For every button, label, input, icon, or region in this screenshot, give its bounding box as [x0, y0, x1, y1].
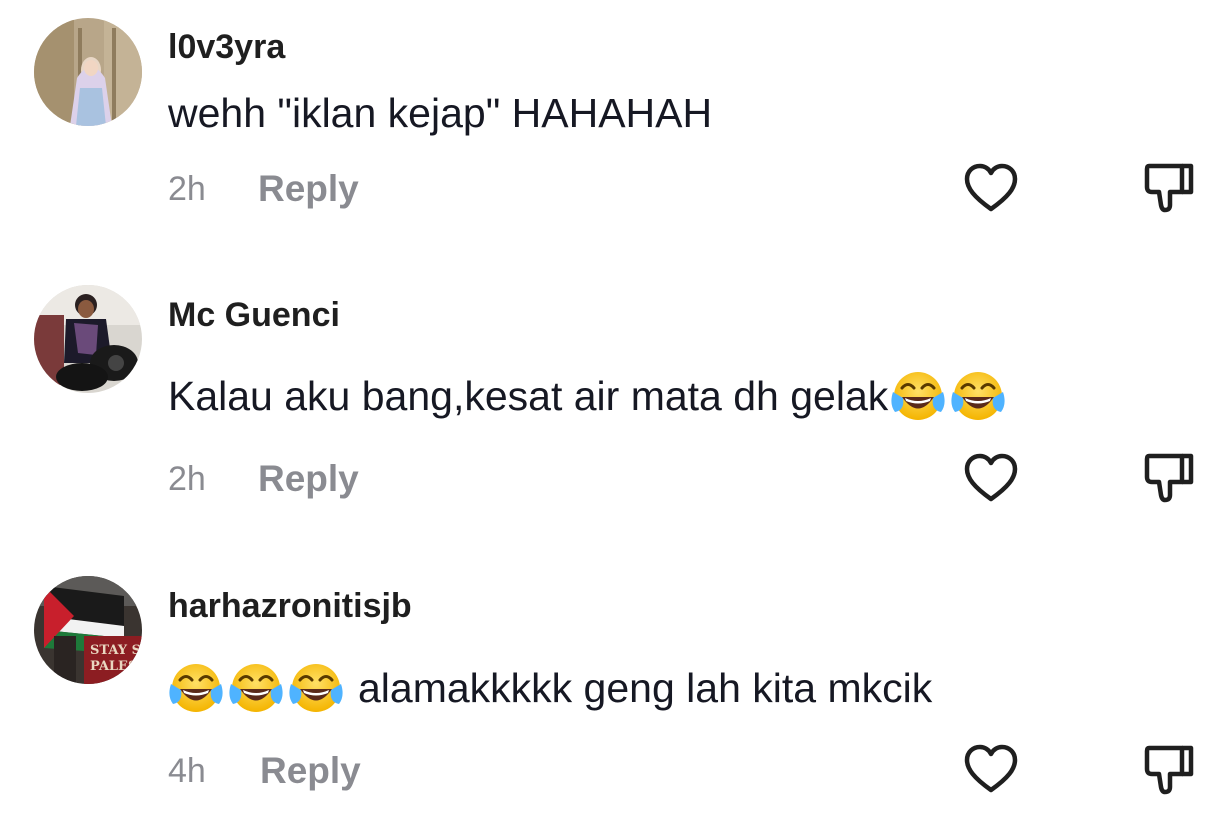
avatar-image [34, 285, 142, 393]
comment-time: 4h [168, 752, 206, 790]
face-with-tears-of-joy-icon [950, 370, 1006, 422]
reply-button[interactable]: Reply [260, 750, 361, 792]
avatar-image: STAY STR PALES [34, 576, 142, 684]
comment-time: 2h [168, 170, 206, 208]
avatar-image [34, 18, 142, 126]
avatar[interactable] [34, 285, 142, 393]
comment-time: 2h [168, 460, 206, 498]
reply-button[interactable]: Reply [258, 168, 359, 210]
thumbs-down-icon[interactable] [1140, 740, 1198, 798]
comment-text-content: alamakkkkk geng lah kita mkcik [358, 664, 933, 711]
avatar-text: PALES [90, 659, 137, 674]
face-with-tears-of-joy-icon [288, 662, 344, 714]
reply-button[interactable]: Reply [258, 458, 359, 500]
username[interactable]: l0v3yra [168, 28, 285, 67]
comment-item: l0v3yra wehh "iklan kejap" HAHAHAH 2h Re… [0, 0, 1215, 260]
avatar[interactable]: STAY STR PALES [34, 576, 142, 684]
thumbs-down-icon[interactable] [1140, 448, 1198, 506]
comment-text-content: Kalau aku bang,kesat air mata dh gelak [168, 372, 889, 419]
comment-text: wehh "iklan kejap" HAHAHAH [168, 88, 712, 138]
heart-outline-icon[interactable] [962, 161, 1020, 215]
avatar-text: STAY STR [90, 643, 142, 658]
username[interactable]: Mc Guenci [168, 296, 340, 335]
comment-text: Kalau aku bang,kesat air mata dh gelak [168, 368, 1010, 424]
face-with-tears-of-joy-icon [168, 662, 224, 714]
comment-text-content: wehh "iklan kejap" HAHAHAH [168, 89, 713, 136]
heart-outline-icon[interactable] [962, 451, 1020, 505]
thumbs-down-icon[interactable] [1140, 158, 1198, 216]
face-with-tears-of-joy-icon [228, 662, 284, 714]
avatar[interactable] [34, 18, 142, 126]
comment-text: alamakkkkk geng lah kita mkcik [168, 660, 932, 716]
username[interactable]: harhazronitisjb [168, 587, 412, 626]
heart-outline-icon[interactable] [962, 742, 1020, 796]
face-with-tears-of-joy-icon [890, 370, 946, 422]
